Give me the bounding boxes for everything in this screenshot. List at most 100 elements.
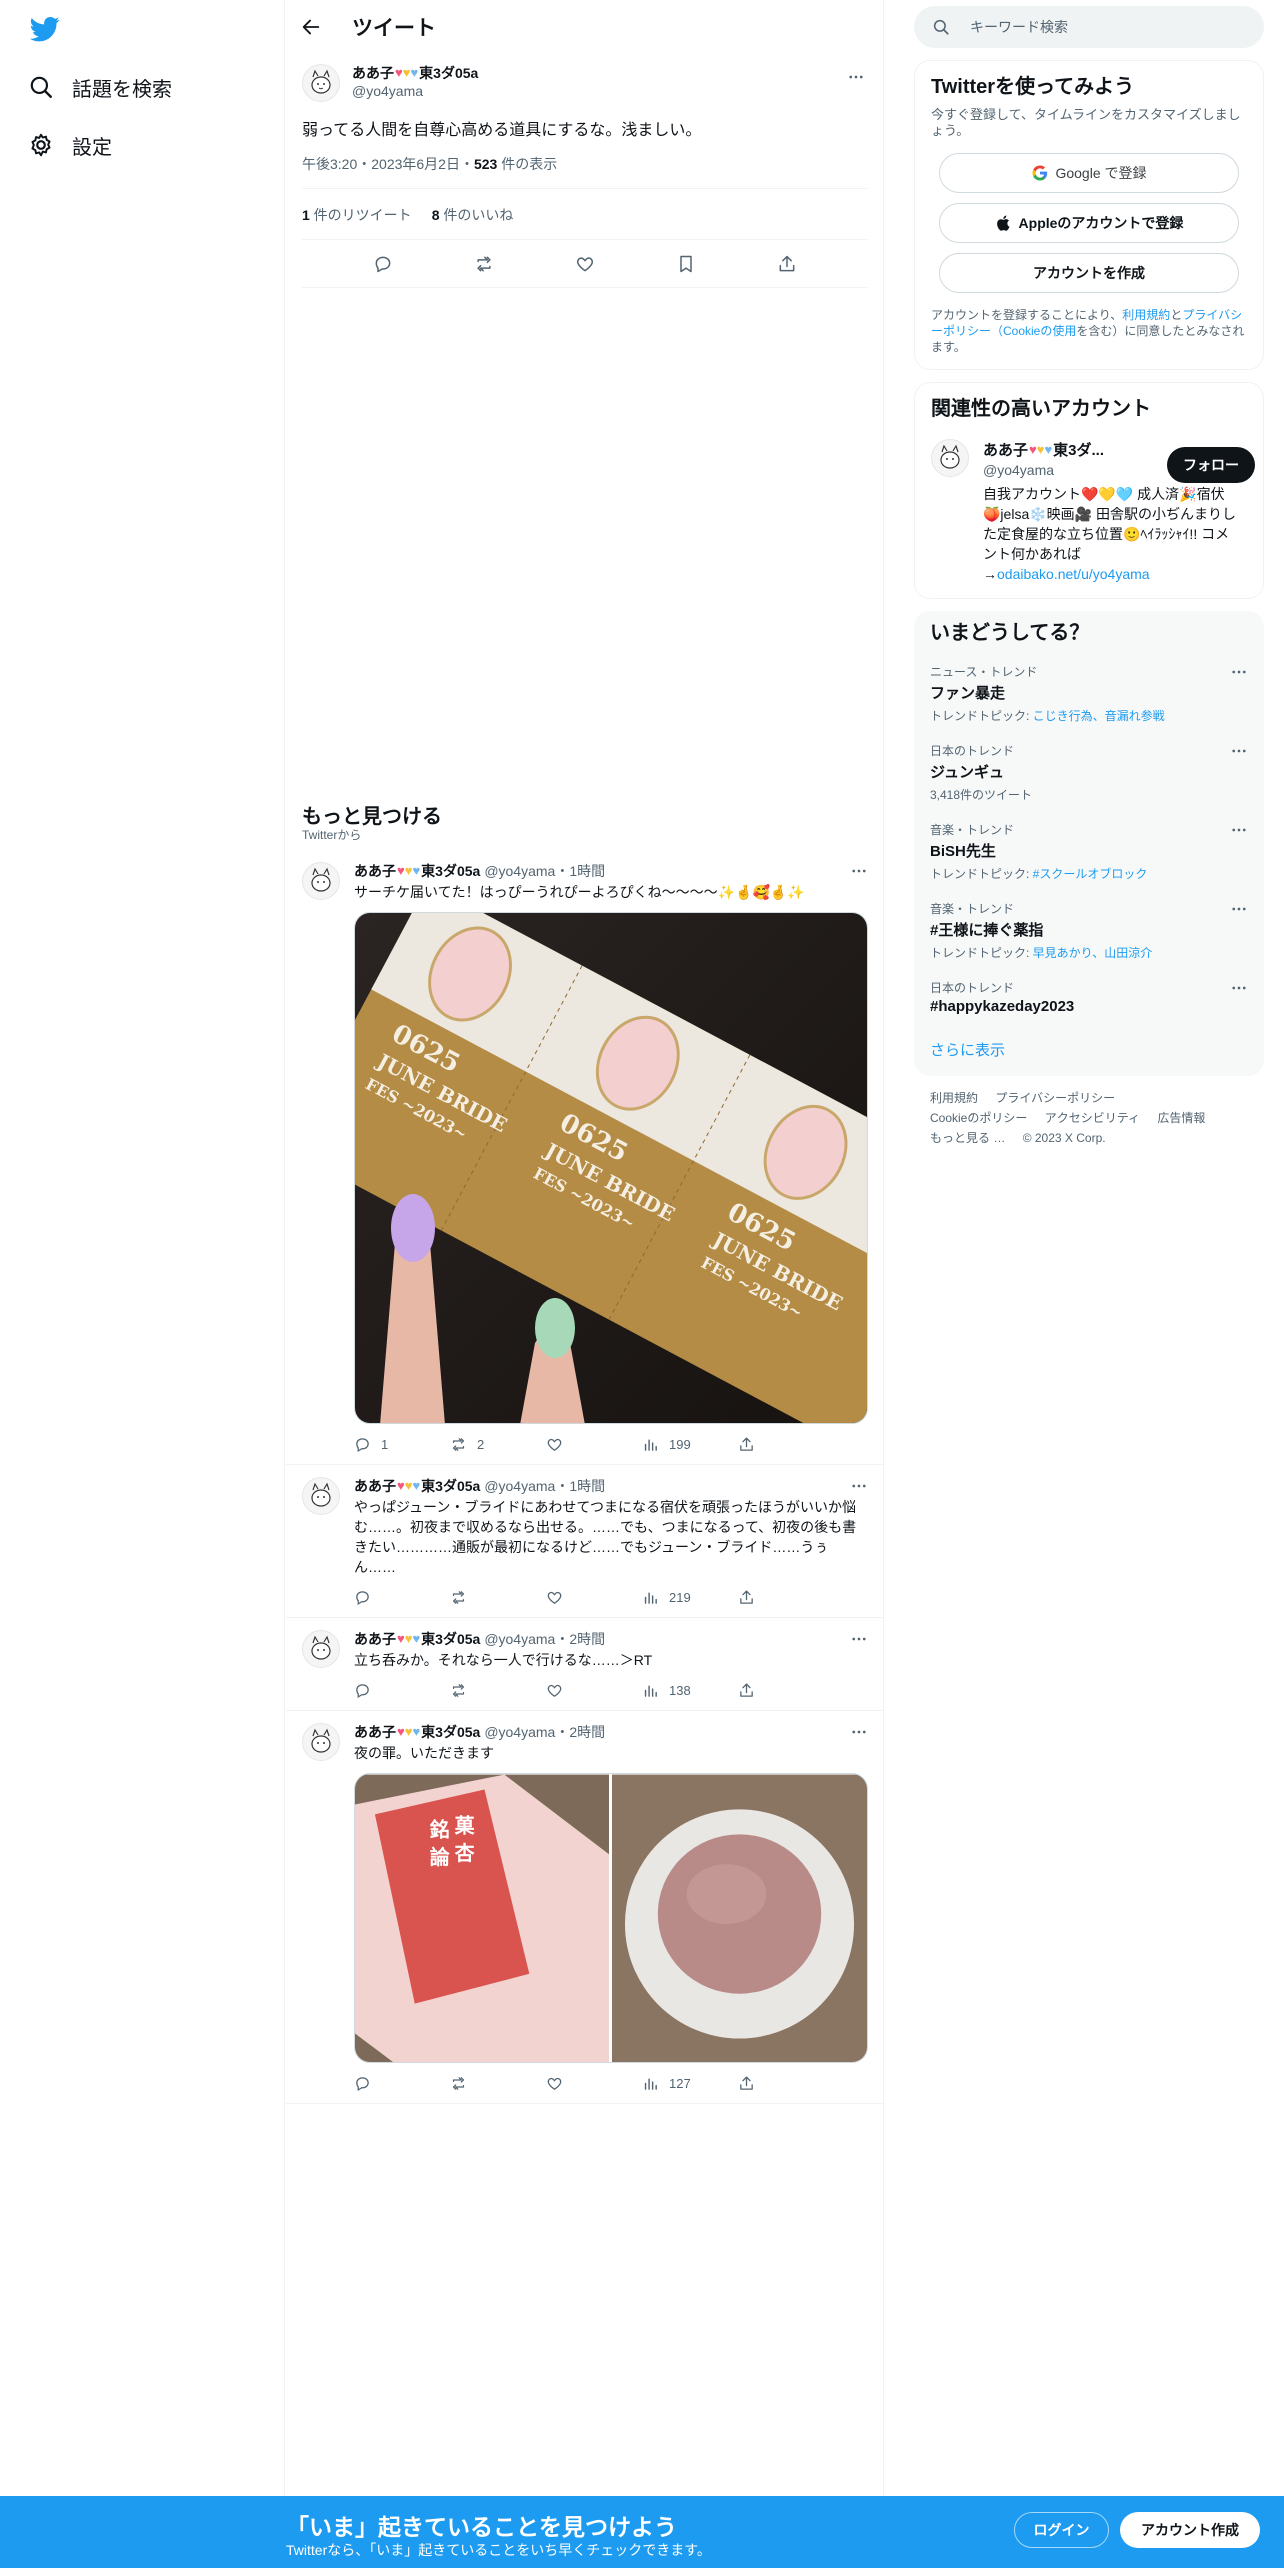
share-icon[interactable] <box>777 254 797 274</box>
apple-signup-button[interactable]: Appleのアカウントで登録 <box>939 203 1239 243</box>
more-options-icon[interactable] <box>1230 742 1248 760</box>
tweet-time[interactable]: ・2時間 <box>555 1630 605 1648</box>
author-handle[interactable]: @yo4yama <box>484 1630 555 1648</box>
trend-topic-link[interactable]: 早見あかり、山田涼介 <box>1033 946 1153 960</box>
trend-item[interactable]: 日本のトレンド ジュンギュ 3,418件のツイート <box>930 742 1248 803</box>
retweet-button[interactable]: 2 <box>450 1436 546 1453</box>
more-options-icon[interactable] <box>850 1477 868 1495</box>
avatar[interactable] <box>931 439 969 477</box>
retweet-button[interactable] <box>450 2075 546 2092</box>
author-name[interactable]: ああ子 ♥ ♥ ♥ 東3ダ05a <box>354 1723 480 1741</box>
bookmark-icon[interactable] <box>676 254 696 274</box>
author-handle[interactable]: @yo4yama <box>484 1477 555 1495</box>
author-handle[interactable]: @yo4yama <box>352 82 478 100</box>
search-box[interactable] <box>914 6 1264 48</box>
footer-link[interactable]: 利用規約 <box>930 1091 978 1105</box>
google-signup-button[interactable]: Google で登録 <box>939 153 1239 193</box>
author-handle[interactable]: @yo4yama <box>484 1723 555 1741</box>
tweet-time[interactable]: ・1時間 <box>555 862 605 880</box>
legal-text-1: アカウントを登録することにより、 <box>931 308 1123 322</box>
related-account[interactable]: ああ子 ♥ ♥ ♥ 東3ダ... @yo4yama 自我アカウント❤️💛🩵 成人済🎉宿伏… <box>931 439 1255 584</box>
terms-link[interactable]: 利用規約 <box>1122 308 1170 322</box>
tweet-time[interactable]: ・1時間 <box>555 1477 605 1495</box>
share-button[interactable] <box>738 1682 834 1699</box>
author-name-suffix: 東3ダ05a <box>421 1631 481 1647</box>
share-button[interactable] <box>738 2075 834 2092</box>
author-handle[interactable]: @yo4yama <box>484 862 555 880</box>
author-name[interactable]: ああ子 ♥ ♥ ♥ 東3ダ05a <box>354 1477 480 1495</box>
twitter-bird-icon[interactable] <box>28 14 62 44</box>
reply-button[interactable] <box>354 1682 450 1699</box>
legal-text-2: と <box>1170 308 1183 322</box>
footer-link[interactable]: アクセシビリティ <box>1045 1111 1140 1125</box>
tweet-item[interactable]: ああ子 ♥ ♥ ♥ 東3ダ05a @yo4yama ・1時間 やっぱジューン・ブライドに… <box>286 1465 884 1618</box>
share-button[interactable] <box>738 1436 834 1453</box>
create-account-button[interactable]: アカウントを作成 <box>939 253 1239 293</box>
footer-link[interactable]: Cookieのポリシー <box>930 1111 1027 1125</box>
share-button[interactable] <box>738 1589 834 1606</box>
views-button[interactable]: 199 <box>642 1436 738 1453</box>
footer-link[interactable]: プライバシーポリシー <box>995 1091 1115 1105</box>
more-options-icon[interactable] <box>847 68 865 86</box>
author-name[interactable]: ああ子 ♥ ♥ ♥ 東3ダ05a <box>352 64 478 82</box>
like-button[interactable] <box>546 2075 642 2092</box>
login-button[interactable]: ログイン <box>1014 2512 1109 2548</box>
mouse-avatar-icon <box>311 69 331 94</box>
bio-link[interactable]: odaibako.net/u/yo4yama <box>997 566 1150 582</box>
trend-item[interactable]: 音楽・トレンド #王様に捧ぐ薬指 トレンドトピック: 早見あかり、山田涼介 <box>930 900 1248 961</box>
more-options-icon[interactable] <box>1230 663 1248 681</box>
reply-button[interactable]: 1 <box>354 1436 450 1453</box>
nav-item-explore[interactable]: 話題を検索 <box>28 67 172 107</box>
sweet-photo-icon[interactable] <box>611 1774 867 2063</box>
like-icon[interactable] <box>575 254 595 274</box>
sweet-package-photo-icon[interactable]: 銘 菓 論 杏 あ ん ず ま め も ち <box>355 1774 609 2063</box>
tweet-photo[interactable]: 0625 JUNE BRIDE FES ~2023~ 0625 JUNE BRI… <box>354 912 868 1424</box>
trend-item[interactable]: 音楽・トレンド BiSH先生 トレンドトピック: #スクールオブロック <box>930 821 1248 882</box>
search-input[interactable] <box>970 19 1230 35</box>
avatar[interactable] <box>302 1723 340 1761</box>
trend-item[interactable]: ニュース・トレンド ファン暴走 トレンドトピック: こじき行為、音漏れ参戦 <box>930 663 1248 724</box>
likes-stat[interactable]: 8 件のいいね <box>432 205 514 225</box>
author-name[interactable]: ああ子 ♥ ♥ ♥ 東3ダ05a <box>354 1630 480 1648</box>
avatar[interactable] <box>302 862 340 900</box>
retweet-button[interactable] <box>450 1589 546 1606</box>
retweets-stat[interactable]: 1 件のリツイート <box>302 205 412 225</box>
tweet-time[interactable]: ・2時間 <box>555 1723 605 1741</box>
trend-topic-link[interactable]: こじき行為、音漏れ参戦 <box>1033 709 1165 723</box>
footer-link[interactable]: もっと見る … <box>930 1131 1005 1145</box>
views-button[interactable]: 127 <box>642 2075 738 2092</box>
nav-item-settings[interactable]: 設定 <box>28 125 112 165</box>
reply-icon[interactable] <box>373 254 393 274</box>
more-options-icon[interactable] <box>1230 979 1248 997</box>
more-options-icon[interactable] <box>1230 900 1248 918</box>
more-options-icon[interactable] <box>1230 821 1248 839</box>
avatar[interactable] <box>302 1477 340 1515</box>
trend-topic-link[interactable]: #スクールオブロック <box>1033 867 1148 881</box>
more-options-icon[interactable] <box>850 862 868 880</box>
like-button[interactable] <box>546 1436 642 1453</box>
more-options-icon[interactable] <box>850 1723 868 1741</box>
tweet-item[interactable]: ああ子 ♥ ♥ ♥ 東3ダ05a @yo4yama ・2時間 立ち呑みか。それなら一人で… <box>286 1618 884 1711</box>
like-button[interactable] <box>546 1589 642 1606</box>
views-button[interactable]: 138 <box>642 1682 738 1699</box>
follow-button[interactable]: フォロー <box>1167 447 1255 483</box>
signup-legal-text: アカウントを登録することにより、利用規約とプライバシーポリシー（Cookieの使… <box>931 307 1247 355</box>
like-button[interactable] <box>546 1682 642 1699</box>
footer-link[interactable]: 広告情報 <box>1157 1111 1205 1125</box>
avatar[interactable] <box>302 1630 340 1668</box>
views-button[interactable]: 219 <box>642 1589 738 1606</box>
tweet-item[interactable]: ああ子 ♥ ♥ ♥ 東3ダ05a @yo4yama ・1時間 サーチケ届いてた！はっぴー… <box>286 850 884 1465</box>
back-arrow-icon[interactable] <box>300 16 322 38</box>
signup-button[interactable]: アカウント作成 <box>1120 2512 1260 2548</box>
author-name[interactable]: ああ子 ♥ ♥ ♥ 東3ダ05a <box>354 862 480 880</box>
retweet-button[interactable] <box>450 1682 546 1699</box>
reply-button[interactable] <box>354 2075 450 2092</box>
avatar[interactable] <box>302 64 340 102</box>
tweet-timestamp[interactable]: 午後3:20・2023年6月2日・ <box>302 156 474 172</box>
trend-item[interactable]: 日本のトレンド #happykazeday2023 <box>930 979 1248 1015</box>
retweet-icon[interactable] <box>474 254 494 274</box>
show-more-link[interactable]: さらに表示 <box>930 1039 1005 1060</box>
reply-button[interactable] <box>354 1589 450 1606</box>
tweet-item[interactable]: ああ子 ♥ ♥ ♥ 東3ダ05a @yo4yama ・2時間 夜の罪。いただきます 銘 … <box>286 1711 884 2104</box>
more-options-icon[interactable] <box>850 1630 868 1648</box>
